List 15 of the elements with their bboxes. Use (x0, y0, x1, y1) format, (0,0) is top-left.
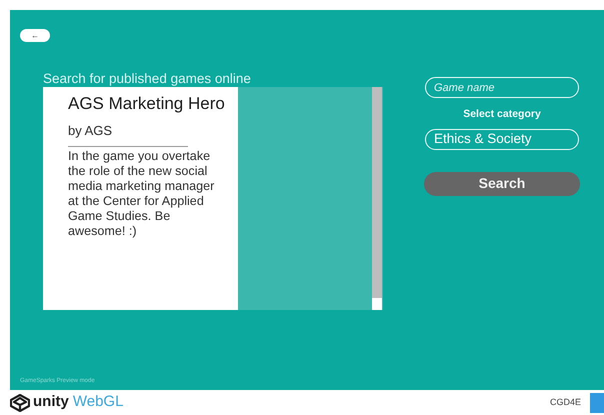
back-button[interactable]: ← (20, 29, 50, 42)
game-title: AGS Marketing Hero (68, 93, 226, 115)
game-name-field[interactable]: Game name (425, 77, 579, 98)
category-label: Select category (463, 107, 541, 122)
game-author: by AGS (68, 122, 114, 140)
game-card[interactable]: AGS Marketing Hero by AGS In the game you overtake the role of the new social media marketing manager at the Center for Applied Game Studies. Be awesome! :) (43, 87, 238, 310)
brand-text: unity (33, 392, 69, 412)
game-description: In the game you overtake the role of the new social media marketing manager at the Center for Applied Game Studies. Be awesome! :) (68, 149, 216, 239)
build-label: CGD4E (550, 396, 581, 409)
unity-logo-icon (10, 394, 30, 412)
search-button[interactable]: Search (424, 172, 580, 196)
fullscreen-button[interactable] (590, 392, 604, 412)
heading: Search for published games online (43, 71, 252, 87)
product-text: WebGL (72, 392, 124, 412)
scrollbar[interactable] (372, 87, 382, 310)
